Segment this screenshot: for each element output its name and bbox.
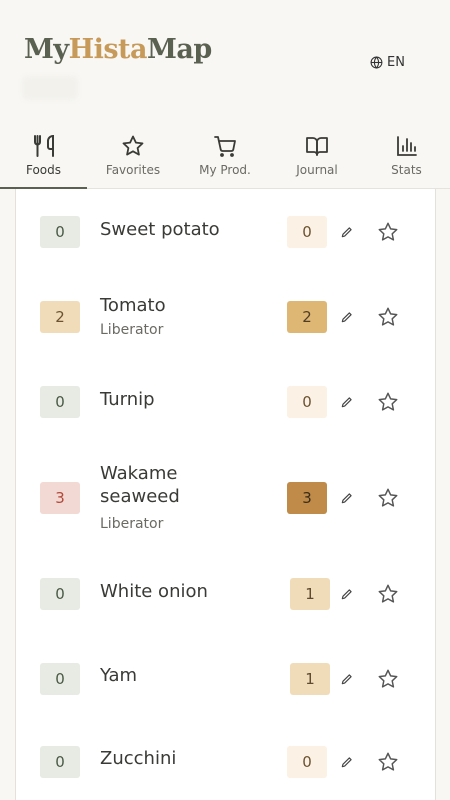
food-name: Wakame seaweed bbox=[100, 463, 180, 507]
language-selector[interactable]: EN bbox=[370, 55, 405, 70]
pencil-icon[interactable] bbox=[340, 310, 354, 324]
food-name: Zucchini bbox=[100, 748, 177, 769]
score-badge: 0 bbox=[40, 663, 80, 695]
rating-badge: 0 bbox=[287, 746, 327, 778]
tab-favorites[interactable]: Favorites bbox=[87, 128, 179, 188]
fork-knife-icon bbox=[33, 134, 54, 157]
logo-map: Map bbox=[147, 34, 212, 65]
list-item-white-onion[interactable]: 0 White onion 1 bbox=[16, 574, 435, 659]
list-item-yam[interactable]: 0 Yam 1 bbox=[16, 659, 435, 743]
list-item-turnip[interactable]: 0 Turnip 0 bbox=[16, 359, 435, 444]
list-item-zucchini[interactable]: 0 Zucchini 0 bbox=[16, 743, 435, 800]
rating-badge: 0 bbox=[287, 386, 327, 418]
tab-my-products[interactable]: My Prod. bbox=[179, 128, 271, 188]
tab-label: Foods bbox=[25, 163, 62, 177]
pencil-icon[interactable] bbox=[340, 491, 354, 505]
book-icon bbox=[306, 137, 328, 156]
language-label: EN bbox=[387, 55, 405, 70]
food-list[interactable]: 0 Sweet potato 0 2 Tomato Liberator 2 0 … bbox=[15, 189, 436, 800]
star-icon bbox=[122, 135, 144, 156]
tab-label: My Prod. bbox=[199, 163, 251, 177]
food-name: White onion bbox=[100, 581, 208, 602]
score-badge: 0 bbox=[40, 216, 80, 248]
pencil-icon[interactable] bbox=[340, 755, 354, 769]
list-item-tomato[interactable]: 2 Tomato Liberator 2 bbox=[16, 274, 435, 359]
food-name: Turnip bbox=[100, 389, 155, 410]
tab-journal[interactable]: Journal bbox=[271, 128, 363, 188]
tab-label: Journal bbox=[296, 163, 338, 177]
star-icon[interactable] bbox=[377, 583, 399, 605]
rating-badge: 3 bbox=[287, 482, 327, 514]
rating-badge: 1 bbox=[290, 663, 330, 695]
star-icon[interactable] bbox=[377, 668, 399, 690]
score-badge: 0 bbox=[40, 386, 80, 418]
app-header: MyHistaMap EN bbox=[0, 0, 450, 128]
brand-label: Liberator bbox=[100, 322, 164, 338]
score-badge: 0 bbox=[40, 578, 80, 610]
tab-bar: Foods Favorites My Prod. Journal Stats bbox=[0, 128, 450, 189]
rating-badge: 0 bbox=[287, 216, 327, 248]
pencil-icon[interactable] bbox=[340, 672, 354, 686]
list-item-wakame-seaweed[interactable]: 3 Wakame seaweed Liberator 3 bbox=[16, 444, 435, 574]
tab-label: Stats bbox=[391, 163, 422, 177]
app-logo: MyHistaMap bbox=[24, 34, 212, 65]
tab-label: Favorites bbox=[105, 163, 161, 177]
food-name: Tomato bbox=[100, 295, 166, 316]
food-name: Yam bbox=[100, 665, 138, 686]
globe-icon bbox=[370, 56, 383, 69]
star-icon[interactable] bbox=[377, 751, 399, 773]
food-name: Sweet potato bbox=[100, 219, 220, 240]
cart-icon bbox=[214, 136, 236, 157]
star-icon[interactable] bbox=[377, 306, 399, 328]
list-item-sweet-potato[interactable]: 0 Sweet potato 0 bbox=[16, 189, 435, 274]
rating-badge: 2 bbox=[287, 301, 327, 333]
logo-hista: Hista bbox=[68, 34, 148, 65]
bar-chart-icon bbox=[396, 136, 417, 156]
pencil-icon[interactable] bbox=[340, 587, 354, 601]
blurred-subtitle bbox=[22, 76, 78, 100]
brand-label: Liberator bbox=[100, 516, 164, 532]
score-badge: 0 bbox=[40, 746, 80, 778]
score-badge: 2 bbox=[40, 301, 80, 333]
logo-my: My bbox=[24, 34, 69, 65]
tab-foods[interactable]: Foods bbox=[0, 128, 87, 189]
score-badge: 3 bbox=[40, 482, 80, 514]
rating-badge: 1 bbox=[290, 578, 330, 610]
star-icon[interactable] bbox=[377, 391, 399, 413]
star-icon[interactable] bbox=[377, 487, 399, 509]
tab-stats[interactable]: Stats bbox=[363, 128, 450, 188]
pencil-icon[interactable] bbox=[340, 395, 354, 409]
star-icon[interactable] bbox=[377, 221, 399, 243]
pencil-icon[interactable] bbox=[340, 225, 354, 239]
